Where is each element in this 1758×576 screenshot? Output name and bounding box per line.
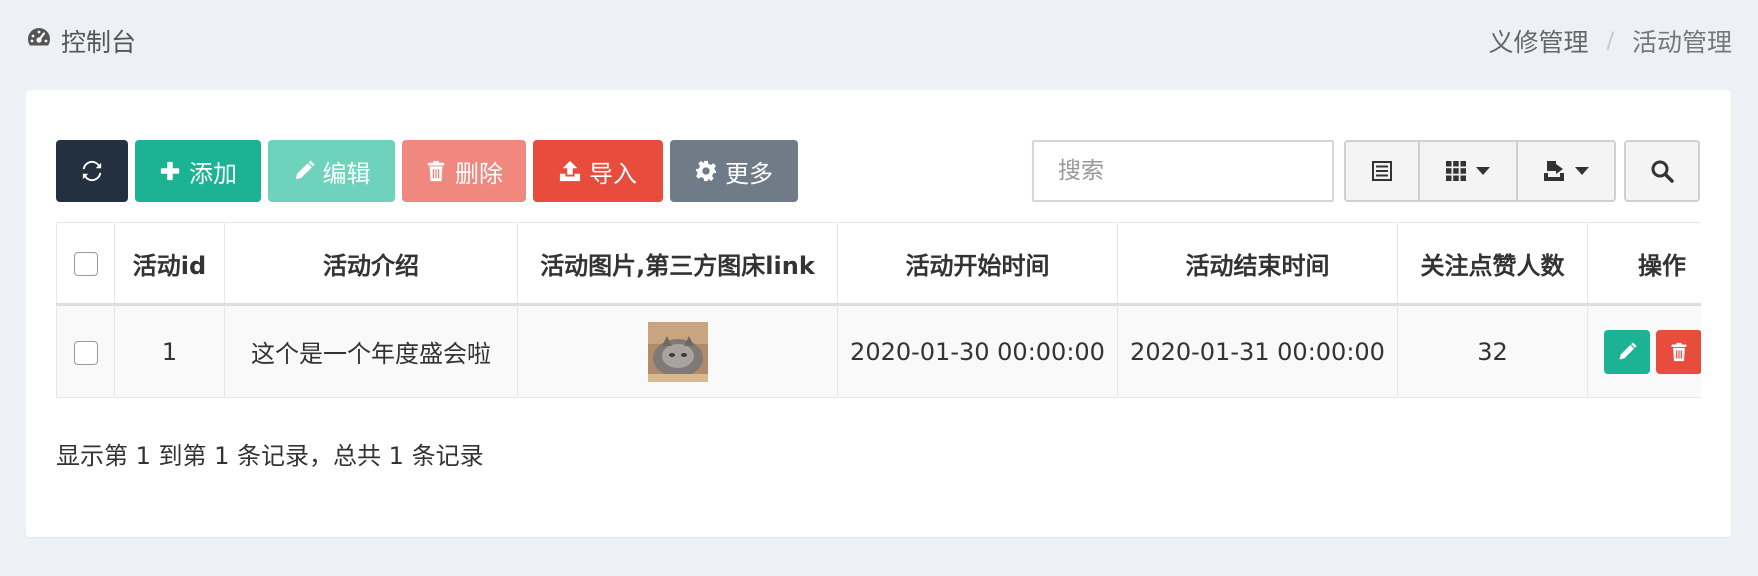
row-delete-button[interactable]	[1656, 329, 1701, 374]
edit-button-label: 编辑	[322, 159, 371, 188]
console-title: 控制台	[25, 24, 136, 58]
end-time-cell: 2020-01-31 00:00:00	[1117, 304, 1398, 398]
pagination-info: 显示第 1 到第 1 条记录，总共 1 条记录	[56, 442, 484, 470]
search-input[interactable]	[1032, 140, 1334, 202]
column-header[interactable]: 活动开始时间	[837, 222, 1118, 306]
edit-button[interactable]: 编辑	[268, 140, 395, 202]
export-dropdown-button[interactable]	[1518, 142, 1614, 200]
page-header: 控制台 义修管理 / 活动管理	[0, 0, 1758, 84]
pencil-icon	[295, 160, 315, 180]
select-all-checkbox[interactable]	[73, 252, 98, 276]
chevron-down-icon	[1575, 167, 1589, 175]
column-header[interactable]: 活动图片,第三方图床link	[517, 222, 838, 306]
more-button-label: 更多	[725, 159, 773, 188]
list-icon	[1372, 161, 1392, 181]
add-button[interactable]: 添加	[135, 140, 261, 202]
column-header[interactable]: 活动介绍	[224, 222, 518, 306]
import-button[interactable]: 导入	[533, 140, 663, 202]
activity-table: 活动id 活动介绍 活动图片,第三方图床link 活动开始时间 活动结束时间 关…	[56, 222, 1701, 398]
table-container: 活动id 活动介绍 活动图片,第三方图床link 活动开始时间 活动结束时间 关…	[56, 222, 1701, 399]
select-all-cell	[56, 222, 115, 306]
breadcrumb-current: 活动管理	[1631, 28, 1732, 57]
activity-id-cell: 1	[114, 304, 225, 398]
pencil-icon	[1619, 341, 1637, 359]
refresh-button[interactable]	[56, 140, 128, 202]
activity-image-cell	[517, 304, 838, 398]
trash-icon	[1671, 342, 1687, 361]
content-panel: 添加 编辑 删除 导入 更多 搜索 活动id 活动介绍 活动图片,第三方图床li…	[26, 90, 1731, 537]
search-button[interactable]	[1624, 140, 1700, 202]
chevron-down-icon	[1476, 167, 1490, 175]
grid-icon	[1446, 161, 1466, 181]
view-options-group	[1344, 140, 1616, 202]
upload-icon	[559, 160, 581, 182]
export-icon	[1544, 161, 1564, 181]
activity-image-thumbnail[interactable]	[647, 321, 708, 382]
row-edit-button[interactable]	[1604, 329, 1650, 374]
plus-icon	[160, 161, 180, 181]
gear-icon	[695, 160, 717, 182]
toggle-view-button[interactable]	[1346, 142, 1420, 200]
toolbar: 添加 编辑 删除 导入 更多	[56, 140, 798, 202]
column-header[interactable]: 活动id	[114, 222, 225, 306]
row-checkbox[interactable]	[73, 340, 98, 365]
activity-intro-cell: 这个是一个年度盛会啦	[224, 304, 518, 398]
refresh-icon	[82, 160, 102, 182]
add-button-label: 添加	[189, 159, 237, 188]
column-header[interactable]: 活动结束时间	[1117, 222, 1398, 306]
column-header[interactable]: 关注点赞人数	[1397, 222, 1588, 306]
trash-icon	[427, 160, 445, 182]
search-icon	[1651, 160, 1674, 183]
row-select-cell	[56, 304, 115, 398]
row-actions-cell	[1587, 304, 1701, 398]
delete-button-label: 删除	[455, 159, 503, 188]
breadcrumb-item[interactable]: 义修管理	[1489, 23, 1589, 59]
dashboard-icon	[25, 24, 53, 58]
breadcrumb-separator: /	[1606, 28, 1614, 54]
column-header: 操作	[1587, 222, 1701, 306]
delete-button[interactable]: 删除	[402, 140, 526, 202]
table-header-row: 活动id 活动介绍 活动图片,第三方图床link 活动开始时间 活动结束时间 关…	[56, 222, 1701, 306]
likes-count-cell: 32	[1397, 304, 1588, 398]
more-button[interactable]: 更多	[670, 140, 798, 202]
columns-dropdown-button[interactable]	[1420, 142, 1518, 200]
table-row: 1 这个是一个年度盛会啦 2020-01-30 00:00:00 2020-01…	[56, 304, 1701, 398]
breadcrumb: 义修管理 / 活动管理	[1489, 24, 1732, 58]
console-label: 控制台	[61, 28, 137, 57]
import-button-label: 导入	[589, 159, 637, 188]
start-time-cell: 2020-01-30 00:00:00	[837, 304, 1118, 398]
